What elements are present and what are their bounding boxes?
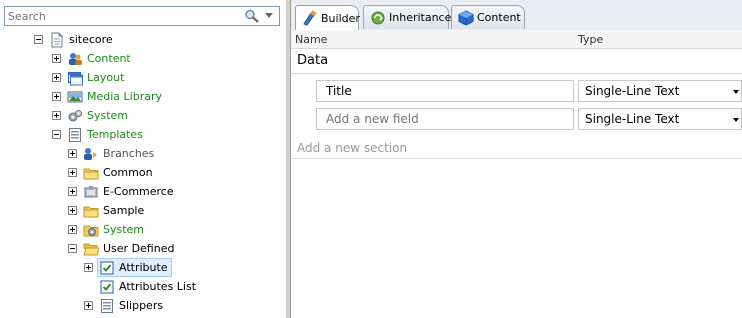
column-header-row: Name Type: [291, 30, 742, 49]
tree-item-label: System: [87, 109, 129, 122]
expand-toggle[interactable]: [84, 301, 93, 310]
chevron-down-icon: [733, 118, 739, 122]
tree-item-label: Slippers: [119, 299, 164, 312]
media-image-icon: [67, 91, 83, 102]
tree-item-system-templates[interactable]: System: [68, 220, 144, 239]
collapse-toggle[interactable]: [34, 35, 43, 44]
search-input[interactable]: [8, 8, 238, 24]
tree-item-system[interactable]: System: [52, 106, 128, 125]
section-divider: [291, 73, 742, 74]
section-title[interactable]: Data: [297, 53, 328, 68]
content-tree-pane: sitecore Content Layout: [0, 0, 287, 318]
tree-item-label: Attribute: [119, 261, 168, 274]
tree-item-sample[interactable]: Sample: [68, 201, 144, 220]
column-header-name: Name: [295, 33, 328, 46]
new-section-input[interactable]: Add a new section: [297, 141, 407, 155]
tab-inheritance[interactable]: Inheritance: [363, 5, 452, 29]
expand-toggle[interactable]: [52, 54, 61, 63]
tree-item-label: Sample: [103, 204, 145, 217]
expand-toggle[interactable]: [52, 92, 61, 101]
branches-icon: [84, 147, 97, 160]
tree-item-label: Templates: [87, 128, 143, 141]
tab-label: Builder: [321, 11, 360, 25]
field-type-select[interactable]: Single-Line Text: [578, 80, 742, 102]
editor-tabstrip: Builder Inheritance Content: [291, 0, 742, 31]
checkbox-template-icon: [100, 280, 114, 293]
checkbox-template-icon: [100, 261, 114, 274]
tree-item-label: Branches: [103, 147, 155, 160]
search-dropdown-arrow[interactable]: [265, 13, 273, 18]
system-gears-icon: [68, 109, 82, 121]
tab-content[interactable]: Content: [451, 5, 525, 29]
layout-window-icon: [68, 71, 83, 85]
tree-item-layout[interactable]: Layout: [52, 68, 124, 87]
tree-item-media-library[interactable]: Media Library: [52, 87, 162, 106]
templates-icon: [101, 298, 113, 313]
tree-item-attributes-list[interactable]: Attributes List: [84, 277, 196, 296]
expand-toggle[interactable]: [68, 149, 77, 158]
expand-toggle[interactable]: [52, 73, 61, 82]
tree-item-content[interactable]: Content: [52, 49, 131, 68]
expand-toggle[interactable]: [68, 206, 77, 215]
new-field-type-select[interactable]: Single-Line Text: [578, 108, 742, 130]
tree-item-label: Attributes List: [119, 280, 197, 293]
inheritance-icon: [371, 11, 385, 24]
collapse-toggle[interactable]: [52, 130, 61, 139]
tree-item-label: Content: [87, 52, 131, 65]
content-cube-icon: [458, 9, 474, 26]
section-divider: [291, 158, 742, 159]
search-box[interactable]: [4, 6, 280, 26]
expand-toggle[interactable]: [68, 187, 77, 196]
search-icon[interactable]: [244, 9, 260, 23]
tab-label: Inheritance: [389, 11, 452, 24]
tree-item-user-defined[interactable]: User Defined: [68, 239, 174, 258]
field-type-value: Single-Line Text: [585, 84, 680, 98]
collapse-toggle[interactable]: [68, 244, 77, 253]
chevron-down-icon: [733, 90, 739, 94]
tree-item-templates[interactable]: Templates: [52, 125, 143, 144]
tree-item-label: sitecore: [69, 33, 113, 46]
field-name-input[interactable]: [316, 80, 574, 102]
tab-builder[interactable]: Builder: [295, 5, 360, 30]
expand-toggle[interactable]: [68, 168, 77, 177]
builder-icon: [303, 10, 317, 26]
folder-icon: [83, 168, 99, 179]
document-icon: [51, 32, 63, 47]
templates-icon: [69, 127, 81, 142]
expand-toggle[interactable]: [68, 225, 77, 234]
expand-toggle[interactable]: [52, 111, 61, 120]
field-type-value: Single-Line Text: [585, 112, 680, 126]
tree-item-e-commerce[interactable]: E-Commerce: [68, 182, 174, 201]
tree-item-branches[interactable]: Branches: [68, 144, 154, 163]
system-folder-icon: [83, 225, 99, 236]
tree-item-sitecore[interactable]: sitecore: [34, 30, 113, 49]
folder-open-icon: [83, 243, 99, 255]
tree-item-label: Media Library: [87, 90, 162, 103]
tree-item-label: Common: [103, 166, 153, 179]
content-people-icon: [69, 52, 82, 65]
tree-item-common[interactable]: Common: [68, 163, 153, 182]
template-editor-pane: Builder Inheritance Content Name Type Da…: [291, 0, 742, 318]
tree-item-slippers[interactable]: Slippers: [84, 296, 163, 315]
new-field-input[interactable]: [316, 108, 574, 130]
selected-item-highlight[interactable]: Attribute: [97, 258, 172, 277]
tree-item-attribute[interactable]: Attribute: [84, 258, 172, 277]
tree-item-label: E-Commerce: [103, 185, 174, 198]
expand-toggle[interactable]: [84, 263, 93, 272]
column-header-type: Type: [578, 33, 604, 46]
tree-item-label: Layout: [87, 71, 125, 84]
tree-item-label: System: [103, 223, 145, 236]
folder-icon: [83, 206, 99, 217]
tree-item-label: User Defined: [103, 242, 175, 255]
tab-label: Content: [477, 11, 521, 24]
ecommerce-icon: [84, 185, 98, 197]
